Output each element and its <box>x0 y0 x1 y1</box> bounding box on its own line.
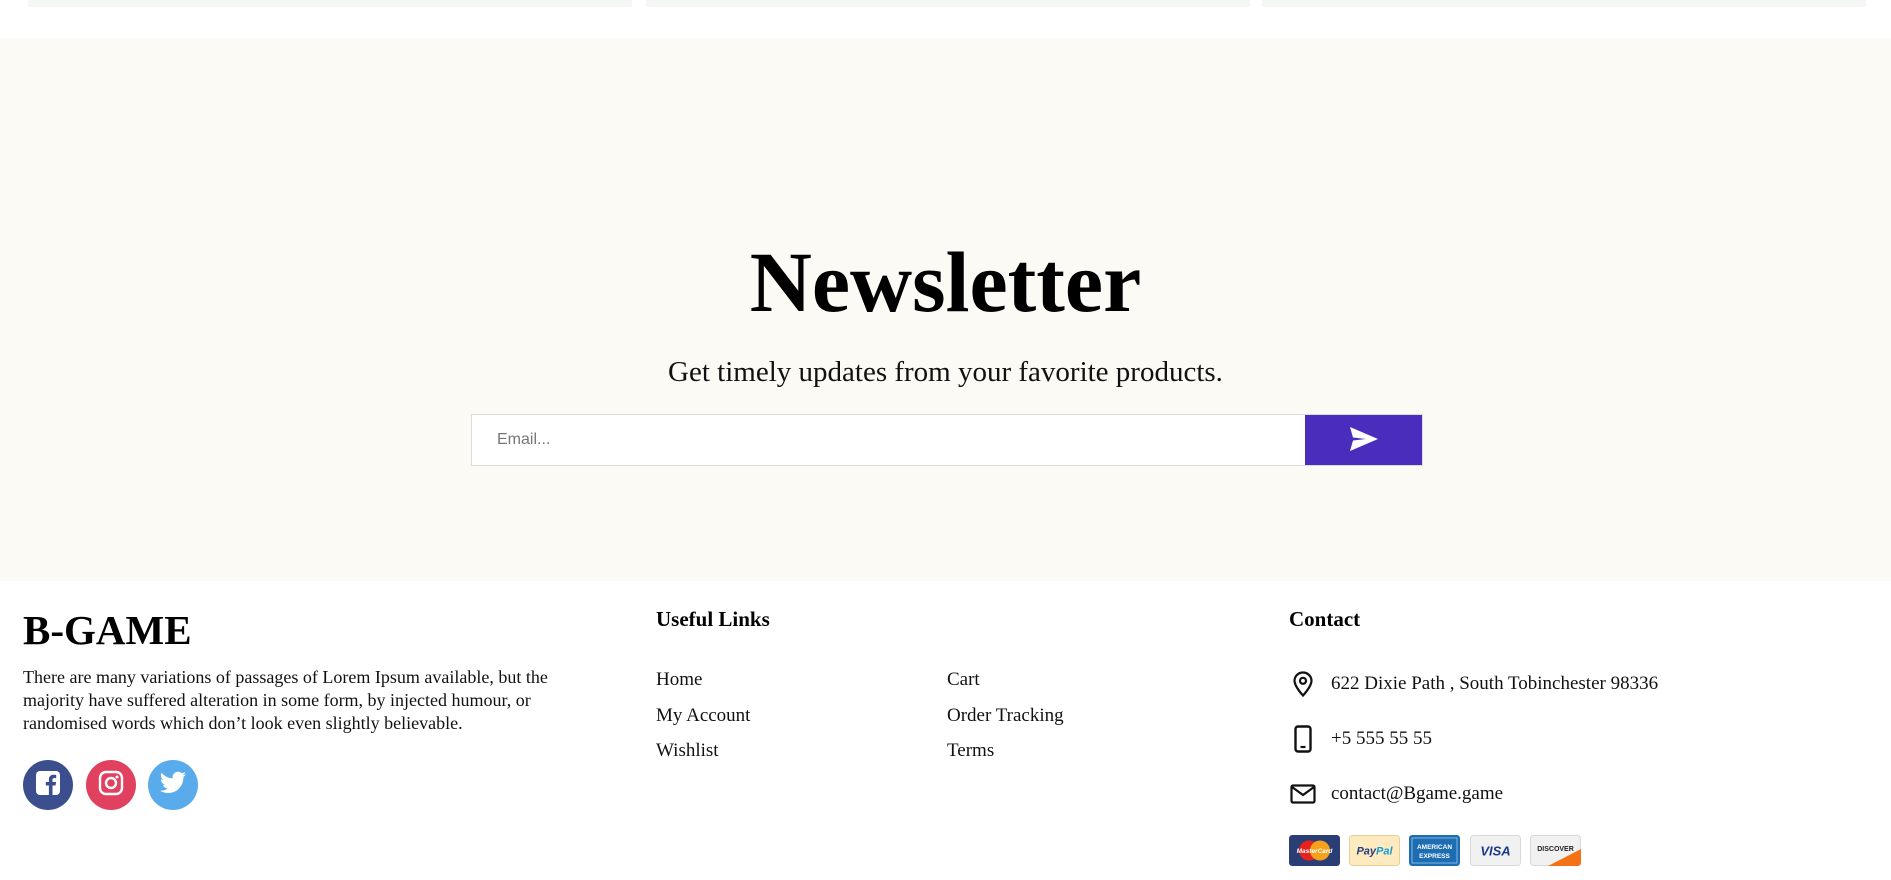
paypal-icon: PayPal <box>1349 835 1400 866</box>
link-cart[interactable]: Cart <box>947 668 980 692</box>
send-icon <box>1349 426 1379 455</box>
about-text: There are many variations of passages of… <box>23 667 548 733</box>
contact-email-text[interactable]: contact@Bgame.game <box>1331 782 1503 806</box>
facebook-link[interactable] <box>23 760 73 810</box>
top-strip <box>0 0 1891 38</box>
svg-text:EXPRESS: EXPRESS <box>1419 853 1450 860</box>
visa-icon: VISA <box>1470 835 1521 866</box>
link-my-account[interactable]: My Account <box>656 704 750 728</box>
discover-icon: DISCOVER <box>1530 835 1581 866</box>
location-pin-icon <box>1289 670 1317 698</box>
email-input[interactable] <box>472 415 1306 465</box>
contact-address: 622 Dixie Path , South Tobinchester 9833… <box>1289 670 1849 700</box>
svg-text:MasterCard: MasterCard <box>1297 848 1334 855</box>
contact-title: Contact <box>1289 607 1361 631</box>
link-home[interactable]: Home <box>656 668 702 692</box>
brand-logo[interactable]: B-GAME <box>23 605 192 655</box>
svg-text:VISA: VISA <box>1480 844 1510 859</box>
instagram-icon <box>98 770 124 801</box>
newsletter-section: Newsletter Get timely updates from your … <box>0 38 1891 581</box>
twitter-link[interactable] <box>148 760 198 810</box>
contact-address-text: 622 Dixie Path , South Tobinchester 9833… <box>1331 673 1659 694</box>
svg-text:DISCOVER: DISCOVER <box>1537 846 1574 853</box>
newsletter-form <box>471 414 1423 466</box>
twitter-icon <box>159 771 187 800</box>
mobile-phone-icon <box>1289 725 1317 753</box>
newsletter-title: Newsletter <box>749 234 1142 330</box>
instagram-link[interactable] <box>86 760 136 810</box>
facebook-icon <box>35 770 61 801</box>
site-footer: B-GAME There are many variations of pass… <box>0 581 1891 880</box>
link-wishlist[interactable]: Wishlist <box>656 739 719 763</box>
subscribe-button[interactable] <box>1305 415 1422 465</box>
product-card-bottom-1 <box>28 0 632 7</box>
contact-email: contact@Bgame.game <box>1289 780 1849 810</box>
amex-icon: AMERICAN EXPRESS <box>1409 835 1460 866</box>
product-card-bottom-3 <box>1262 0 1866 7</box>
svg-text:AMERICAN: AMERICAN <box>1417 844 1452 851</box>
useful-links-title: Useful Links <box>656 607 770 631</box>
svg-text:PayPal: PayPal <box>1356 846 1393 858</box>
contact-phone: +5 555 55 55 <box>1289 725 1849 755</box>
newsletter-subtitle: Get timely updates from your favorite pr… <box>668 356 1223 388</box>
link-order-tracking[interactable]: Order Tracking <box>947 704 1064 728</box>
envelope-icon <box>1289 780 1317 808</box>
product-card-bottom-2 <box>646 0 1250 7</box>
link-terms[interactable]: Terms <box>947 739 994 763</box>
contact-phone-text[interactable]: +5 555 55 55 <box>1331 727 1432 751</box>
mastercard-icon: MasterCard <box>1289 835 1340 866</box>
